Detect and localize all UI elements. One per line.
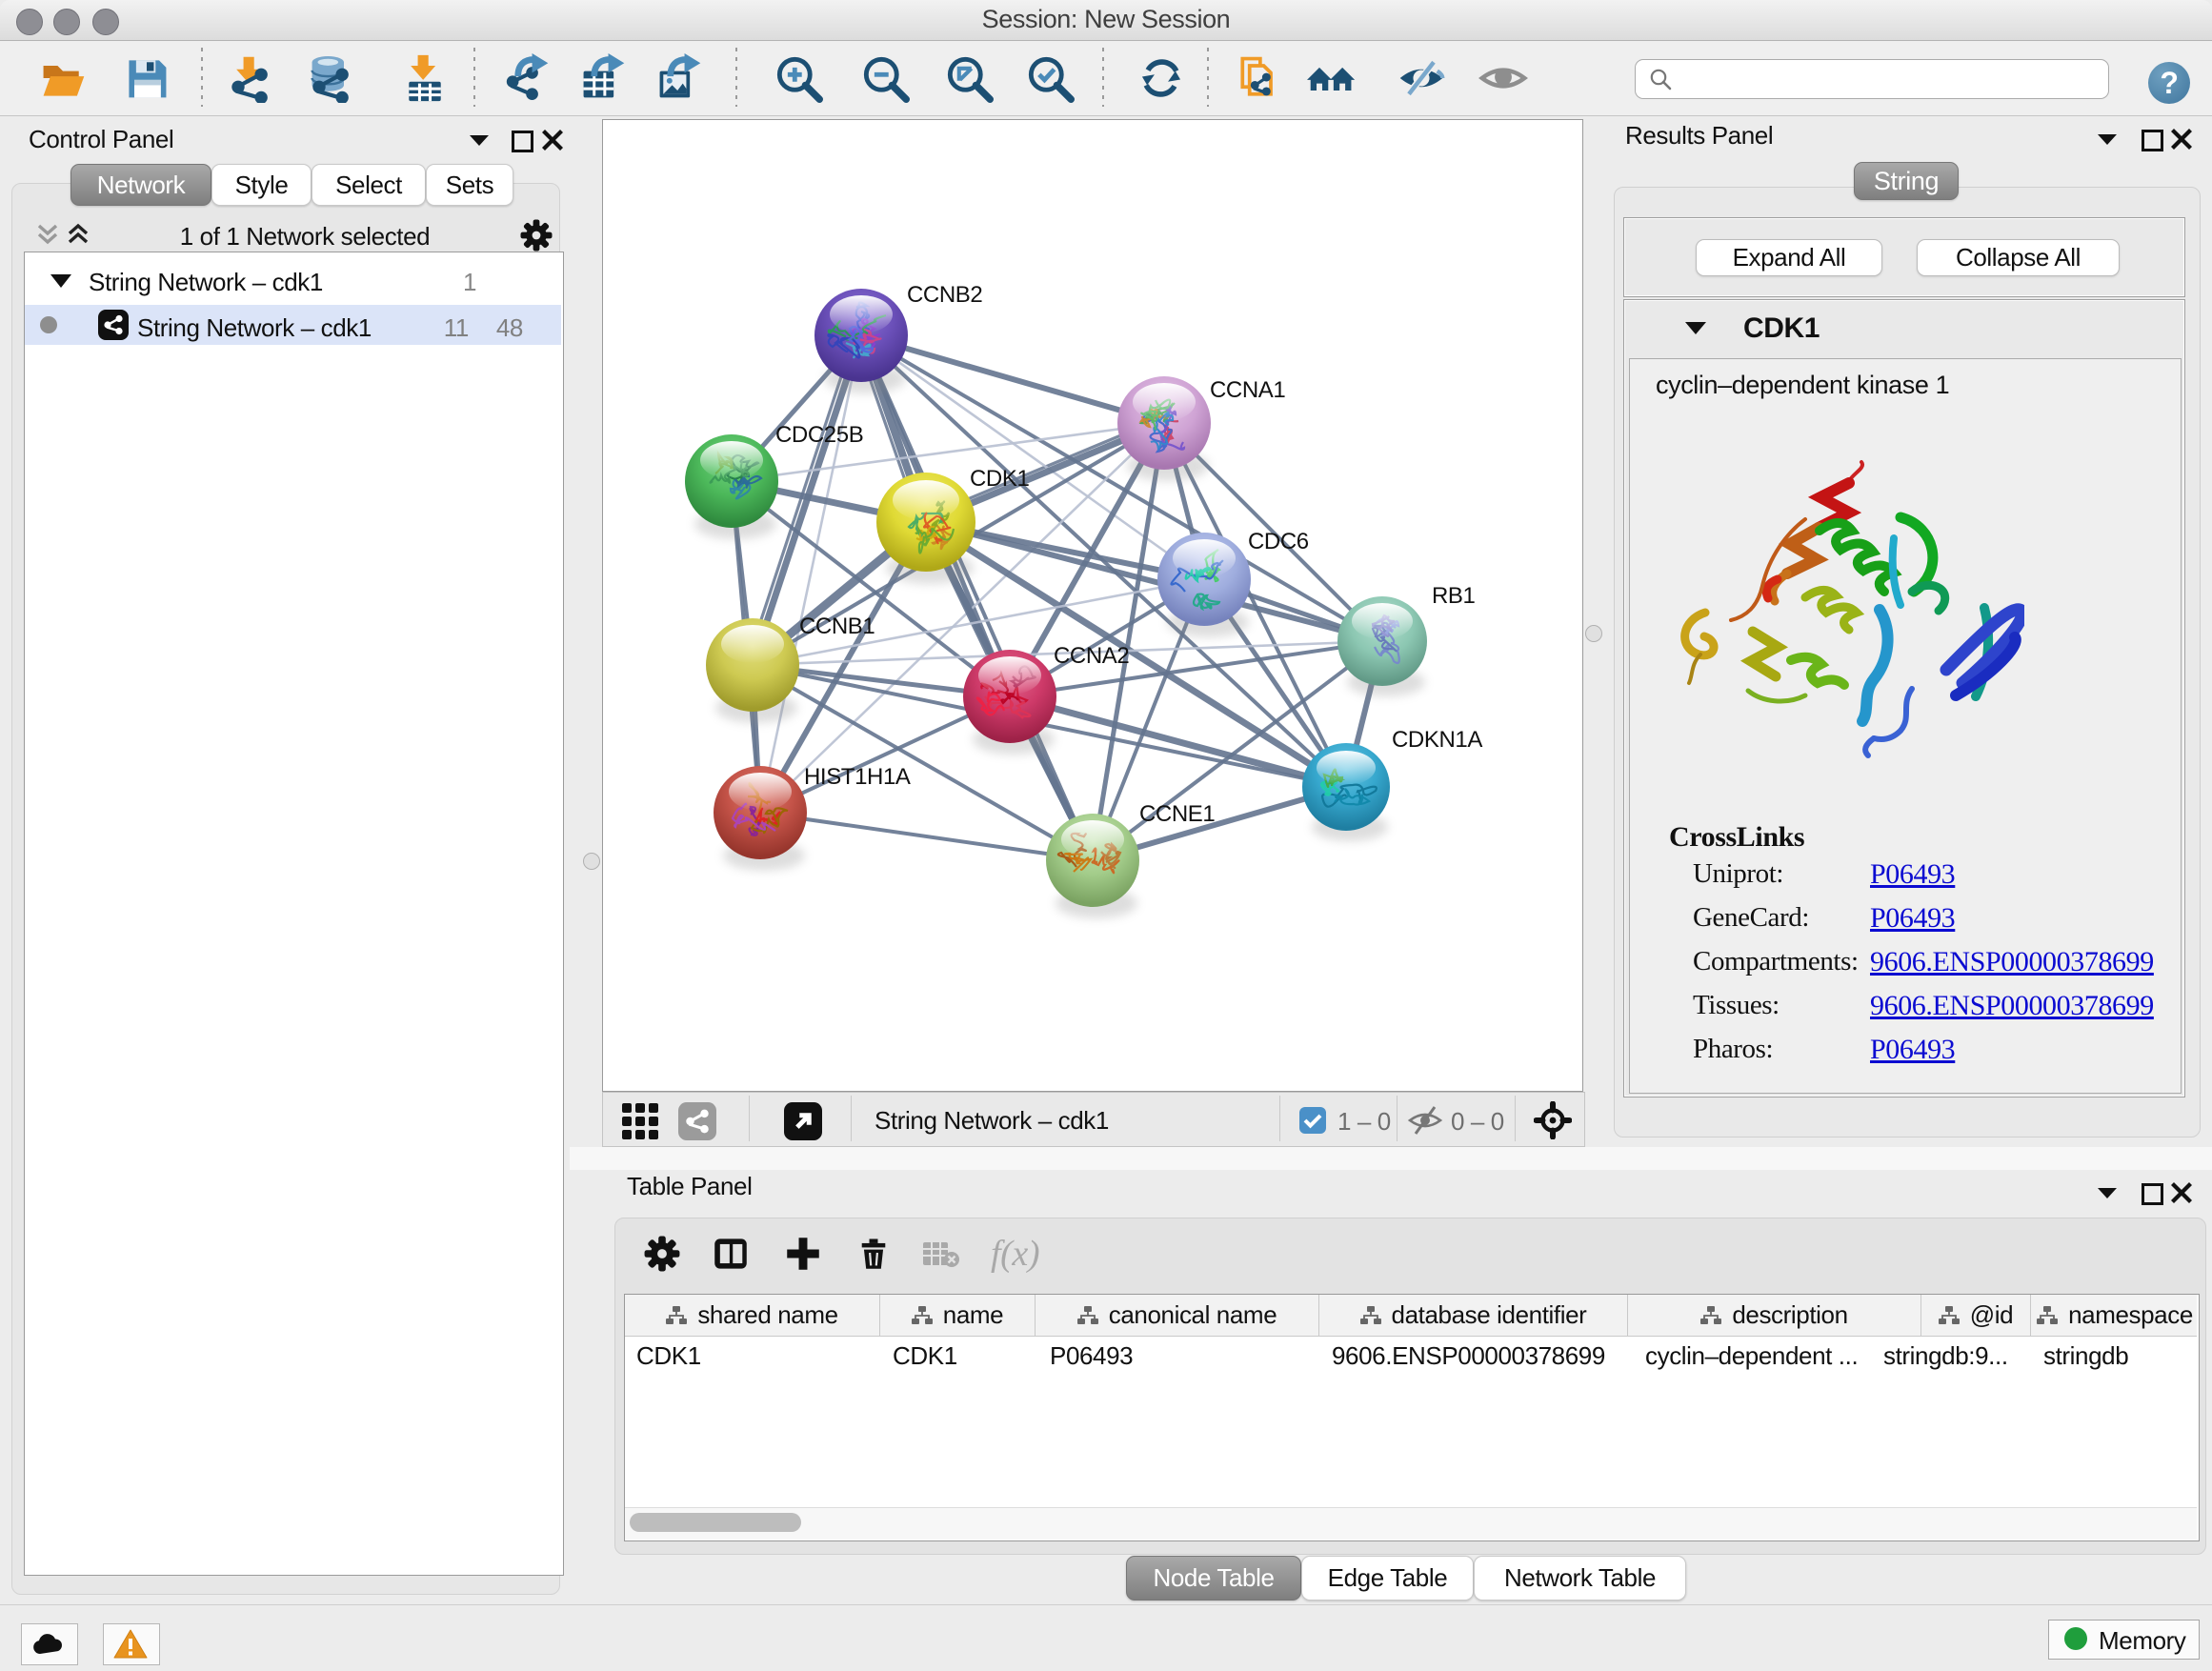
svg-text:CCNE1: CCNE1	[1139, 801, 1215, 827]
svg-text:CDC6: CDC6	[1248, 529, 1309, 554]
svg-text:CCNB2: CCNB2	[907, 282, 982, 308]
svg-text:CCNB1: CCNB1	[799, 614, 875, 639]
svg-text:CCNA2: CCNA2	[1054, 643, 1129, 669]
svg-text:HIST1H1A: HIST1H1A	[804, 764, 911, 790]
svg-text:CDK1: CDK1	[970, 466, 1029, 492]
svg-text:RB1: RB1	[1432, 583, 1476, 609]
svg-text:CCNA1: CCNA1	[1210, 377, 1285, 403]
svg-text:CDC25B: CDC25B	[775, 422, 863, 448]
svg-text:CDKN1A: CDKN1A	[1392, 727, 1482, 753]
